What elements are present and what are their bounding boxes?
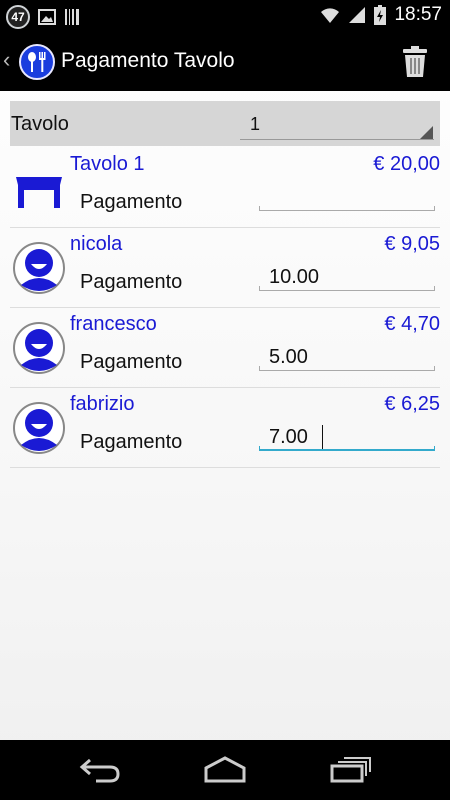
table-selector-label: Tavolo	[11, 113, 69, 135]
table-icon	[16, 177, 62, 208]
signal-icon	[349, 7, 366, 23]
field-underline	[259, 366, 435, 371]
action-bar: ‹ Pagamento Tavolo	[0, 33, 450, 91]
status-bar: 47 18:57	[0, 0, 450, 33]
payment-field	[259, 423, 435, 453]
row-amount: € 4,70	[384, 313, 440, 335]
payment-input[interactable]	[259, 343, 435, 371]
navigation-bar	[0, 740, 450, 800]
row-amount: € 20,00	[373, 153, 440, 175]
text-caret	[322, 425, 323, 449]
restaurant-logo-icon[interactable]	[19, 44, 55, 80]
list-item[interactable]: Tavolo 1 € 20,00 Pagamento	[10, 147, 440, 228]
list-item[interactable]: nicola € 9,05 Pagamento	[10, 227, 440, 308]
table-selector: Tavolo 1	[10, 101, 440, 146]
payment-label: Pagamento	[80, 351, 183, 373]
dropdown-triangle-icon	[420, 126, 433, 139]
payment-label: Pagamento	[80, 271, 183, 293]
back-chevron-icon[interactable]: ‹	[3, 47, 10, 73]
clock: 18:57	[394, 4, 442, 25]
user-avatar-icon	[13, 402, 65, 454]
row-name: fabrizio	[70, 393, 135, 415]
payment-label: Pagamento	[80, 431, 183, 453]
payment-input[interactable]	[259, 423, 435, 451]
barcode-icon	[65, 9, 79, 25]
user-avatar-icon	[13, 322, 65, 374]
wifi-icon	[321, 8, 340, 23]
battery-icon	[374, 5, 387, 25]
row-amount: € 6,25	[384, 393, 440, 415]
field-underline	[259, 446, 435, 451]
table-spinner-value: 1	[250, 114, 261, 134]
row-amount: € 9,05	[384, 233, 440, 255]
row-name: Tavolo 1	[70, 153, 145, 175]
payment-input[interactable]	[259, 183, 435, 211]
list-item[interactable]: francesco € 4,70 Pagamento	[10, 307, 440, 388]
payment-input[interactable]	[259, 263, 435, 291]
row-name: francesco	[70, 313, 157, 335]
row-name: nicola	[70, 233, 123, 255]
payment-field	[259, 183, 435, 213]
list-item[interactable]: fabrizio € 6,25 Pagamento	[10, 387, 440, 468]
table-spinner[interactable]: 1	[230, 101, 438, 146]
payment-field	[259, 263, 435, 293]
notification-count-badge: 47	[6, 5, 30, 29]
recent-apps-icon[interactable]	[328, 754, 374, 784]
payment-field	[259, 343, 435, 373]
payment-label: Pagamento	[80, 191, 183, 213]
field-underline	[259, 286, 435, 291]
image-icon	[38, 9, 56, 25]
page-title: Pagamento Tavolo	[61, 49, 235, 72]
back-icon[interactable]	[78, 754, 122, 784]
user-avatar-icon	[13, 242, 65, 294]
field-underline	[259, 206, 435, 211]
trash-icon[interactable]	[402, 46, 428, 78]
spinner-underline	[240, 139, 434, 140]
home-icon[interactable]	[202, 754, 248, 784]
